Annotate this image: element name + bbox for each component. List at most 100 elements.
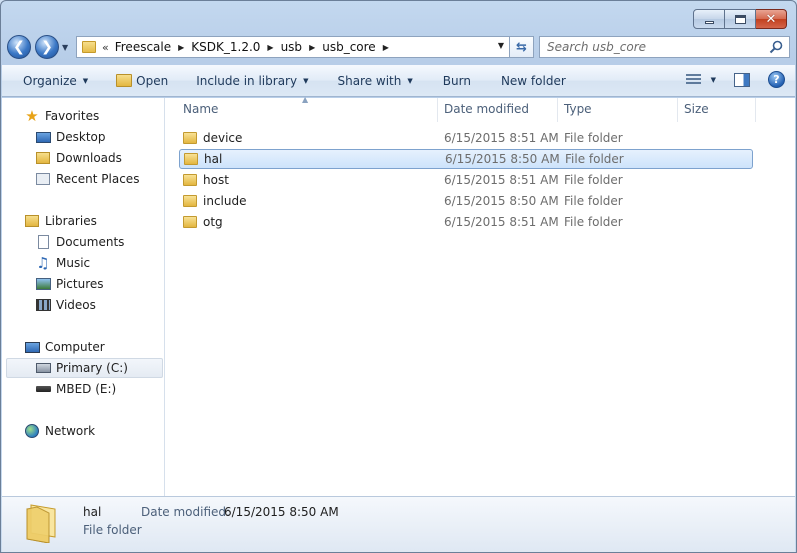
preview-pane-icon[interactable] — [734, 72, 750, 87]
file-row[interactable]: device 6/15/2015 8:51 AM File folder — [179, 128, 753, 148]
chevron-down-icon[interactable]: ▼ — [711, 76, 716, 84]
folder-icon — [183, 174, 197, 186]
share-with-button[interactable]: Share with ▼ — [329, 70, 420, 92]
breadcrumb-ksdk[interactable]: KSDK_1.2.0 — [191, 40, 260, 54]
change-view-icon[interactable] — [685, 73, 701, 86]
column-date-modified[interactable]: Date modified — [444, 102, 529, 116]
nav-mbed-e[interactable]: MBED (E:) — [2, 379, 164, 399]
search-icon[interactable] — [769, 40, 783, 54]
column-divider[interactable] — [677, 98, 678, 122]
file-name: include — [203, 194, 247, 208]
nav-computer[interactable]: Computer — [2, 337, 164, 357]
nav-desktop[interactable]: Desktop — [2, 127, 164, 147]
column-divider[interactable] — [755, 98, 756, 122]
address-bar[interactable]: « Freescale ▶ KSDK_1.2.0 ▶ usb ▶ usb_cor… — [76, 36, 510, 58]
music-icon: ♫ — [36, 254, 50, 272]
date-modified-value: 6/15/2015 8:50 AM — [224, 505, 339, 519]
help-icon[interactable]: ? — [768, 71, 785, 88]
close-button[interactable]: ✕ — [756, 9, 787, 29]
breadcrumb-usb[interactable]: usb — [281, 40, 302, 54]
column-name[interactable]: Name — [183, 102, 218, 116]
column-type[interactable]: Type — [564, 102, 592, 116]
file-row-selected[interactable]: hal 6/15/2015 8:50 AM File folder — [179, 149, 753, 169]
nav-documents[interactable]: Documents — [2, 232, 164, 252]
open-button[interactable]: Open — [108, 70, 176, 92]
breadcrumb-usb-core[interactable]: usb_core — [322, 40, 375, 54]
minimize-icon — [704, 20, 714, 24]
nav-favorites[interactable]: ★ Favorites — [2, 106, 164, 126]
back-button[interactable]: ❮ — [7, 35, 31, 59]
open-folder-icon — [116, 74, 133, 87]
nav-label: Pictures — [56, 277, 104, 291]
nav-network[interactable]: Network — [2, 421, 164, 441]
nav-label: Network — [45, 424, 96, 438]
nav-recent-places[interactable]: Recent Places — [2, 169, 164, 189]
maximize-icon — [734, 14, 746, 24]
folder-icon — [184, 153, 198, 165]
nav-pictures[interactable]: Pictures — [2, 274, 164, 294]
refresh-button[interactable]: ⇆ — [510, 36, 534, 58]
include-in-library-button[interactable]: Include in library ▼ — [188, 70, 316, 92]
column-size[interactable]: Size — [684, 102, 709, 116]
burn-button[interactable]: Burn — [435, 70, 479, 92]
network-icon — [24, 423, 40, 439]
file-date: 6/15/2015 8:50 AM — [445, 152, 560, 166]
arrow-right-icon: ❯ — [41, 39, 53, 55]
nav-libraries[interactable]: Libraries — [2, 211, 164, 231]
address-dropdown-icon[interactable]: ▼ — [498, 41, 504, 50]
nav-downloads[interactable]: Downloads — [2, 148, 164, 168]
file-row[interactable]: include 6/15/2015 8:50 AM File folder — [179, 191, 753, 211]
file-type: File folder — [564, 215, 623, 229]
pictures-icon — [35, 276, 51, 292]
forward-button[interactable]: ❯ — [35, 35, 59, 59]
search-box — [539, 36, 790, 58]
nav-label: MBED (E:) — [56, 382, 117, 396]
file-name: host — [203, 173, 229, 187]
nav-label: Desktop — [56, 130, 106, 144]
nav-label: Recent Places — [56, 172, 140, 186]
file-date: 6/15/2015 8:50 AM — [444, 194, 559, 208]
new-folder-button[interactable]: New folder — [493, 70, 574, 92]
arrow-left-icon: ❮ — [13, 39, 25, 55]
recent-pages-dropdown[interactable]: ▼ — [62, 43, 72, 52]
search-input[interactable] — [540, 40, 750, 54]
maximize-button[interactable] — [725, 9, 756, 29]
file-name: device — [203, 131, 243, 145]
address-row: ❮ ❯ ▼ « Freescale ▶ KSDK_1.2.0 ▶ usb ▶ u… — [7, 34, 790, 60]
column-divider[interactable] — [437, 98, 438, 122]
nav-label: Music — [56, 256, 91, 270]
large-folder-icon — [26, 504, 56, 543]
chevron-right-icon[interactable]: ▶ — [383, 43, 389, 52]
organize-button[interactable]: Organize ▼ — [15, 70, 96, 92]
file-row[interactable]: otg 6/15/2015 8:51 AM File folder — [179, 212, 753, 232]
breadcrumb-freescale[interactable]: Freescale — [115, 40, 171, 54]
nav-label: Computer — [45, 340, 105, 354]
folder-icon — [82, 41, 96, 53]
chevron-down-icon: ▼ — [407, 76, 413, 85]
star-icon: ★ — [25, 107, 39, 125]
nav-videos[interactable]: Videos — [2, 295, 164, 315]
file-row[interactable]: host 6/15/2015 8:51 AM File folder — [179, 170, 753, 190]
nav-primary-c[interactable]: Primary (C:) — [6, 358, 163, 378]
chevron-right-icon[interactable]: ▶ — [309, 43, 315, 52]
breadcrumb-overflow[interactable]: « — [102, 41, 109, 54]
share-with-label: Share with — [337, 73, 402, 88]
nav-label: Videos — [56, 298, 96, 312]
chevron-right-icon[interactable]: ▶ — [267, 43, 273, 52]
column-divider[interactable] — [557, 98, 558, 122]
toolbar-right: ▼ ? — [685, 71, 785, 88]
minimize-button[interactable] — [693, 9, 725, 29]
file-date: 6/15/2015 8:51 AM — [444, 131, 559, 145]
organize-label: Organize — [23, 73, 77, 88]
folder-icon — [183, 216, 197, 228]
chevron-right-icon[interactable]: ▶ — [178, 43, 184, 52]
date-modified-label: Date modified: — [141, 505, 231, 519]
file-list: ▲ Name Date modified Type Size device 6/… — [165, 95, 795, 496]
videos-icon — [35, 297, 51, 313]
main-area: ★ Favorites Desktop Downloads Recent Pla… — [2, 95, 795, 496]
hard-drive-icon — [35, 360, 51, 376]
nav-music[interactable]: ♫ Music — [2, 253, 164, 273]
chevron-down-icon: ▼ — [82, 76, 89, 85]
nav-label: Libraries — [45, 214, 97, 228]
nav-label: Primary (C:) — [56, 361, 128, 375]
